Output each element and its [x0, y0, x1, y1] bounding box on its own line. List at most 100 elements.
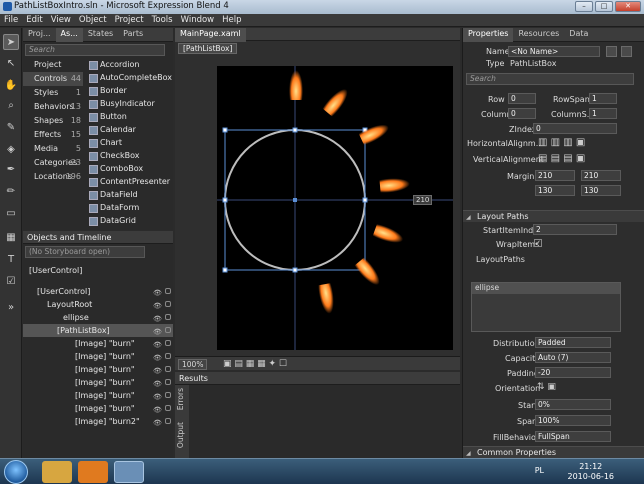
scope-root[interactable]: [UserControl] [23, 264, 173, 277]
maximize-button[interactable]: □ [595, 1, 613, 12]
tab-properties[interactable]: Properties [463, 28, 514, 42]
pencil-tool-icon[interactable]: ✏ [3, 184, 19, 200]
flame-image[interactable] [289, 70, 303, 100]
rectangle-tool-icon[interactable]: ▭ [3, 206, 19, 222]
category-categories[interactable]: Categories 23 [23, 156, 83, 170]
menu-file[interactable]: File [0, 14, 22, 26]
visibility-icon[interactable]: 👁 [153, 365, 162, 375]
layout-paths-section[interactable]: Layout Paths [463, 210, 644, 223]
tree-item-image[interactable]: [Image] "burn" 👁 [23, 389, 173, 402]
lock-icon[interactable] [165, 314, 171, 320]
lock-icon[interactable] [165, 340, 171, 346]
visibility-icon[interactable]: 👁 [153, 378, 162, 388]
lock-icon[interactable] [165, 418, 171, 424]
pen-tool-icon[interactable]: ✒ [3, 162, 19, 178]
lock-icon[interactable] [165, 392, 171, 398]
rowspan-field[interactable]: 1 [589, 93, 617, 104]
list-item[interactable]: Accordion [87, 58, 173, 71]
list-item[interactable]: ellipse [472, 283, 620, 294]
properties-icon[interactable] [621, 46, 632, 57]
lock-icon[interactable] [165, 379, 171, 385]
column-field[interactable]: 0 [508, 108, 536, 119]
tab-data[interactable]: Data [564, 28, 593, 42]
zoom-tool-icon[interactable]: ⌕ [3, 98, 19, 114]
menu-project[interactable]: Project [111, 14, 148, 26]
list-item[interactable]: DataField [87, 188, 173, 201]
margin-right-field[interactable]: 210 [581, 170, 621, 181]
tree-item-image[interactable]: [Image] "burn" 👁 [23, 402, 173, 415]
padding-field[interactable]: -20 [535, 367, 611, 378]
common-properties-section[interactable]: Common Properties [463, 446, 644, 459]
tab-mainpage[interactable]: MainPage.xaml [175, 28, 246, 42]
menu-tools[interactable]: Tools [148, 14, 177, 26]
visibility-icon[interactable]: 👁 [153, 404, 162, 414]
tab-states[interactable]: States [83, 28, 118, 42]
assets-tool-icon[interactable]: » [3, 300, 19, 316]
name-field[interactable]: <No Name> [508, 46, 600, 57]
list-item[interactable]: ContentPresenter [87, 175, 173, 188]
category-media[interactable]: Media 5 [23, 142, 83, 156]
zindex-field[interactable]: 0 [533, 123, 617, 134]
list-item[interactable]: Chart [87, 136, 173, 149]
direct-select-tool-icon[interactable]: ↖ [3, 56, 19, 72]
visibility-icon[interactable]: 👁 [153, 287, 162, 297]
storyboard-picker[interactable]: (No Storyboard open) [25, 246, 145, 258]
tree-item-pathlistbox[interactable]: [PathListBox] 👁 [23, 324, 173, 337]
wrapitems-checkbox[interactable]: ✓ [534, 239, 542, 247]
row-field[interactable]: 0 [508, 93, 536, 104]
visibility-icon[interactable]: 👁 [153, 300, 162, 310]
tree-item-image[interactable]: [Image] "burn" 👁 [23, 376, 173, 389]
category-effects[interactable]: Effects 15 [23, 128, 83, 142]
menu-object[interactable]: Object [75, 14, 111, 26]
columnspan-field[interactable]: 1 [589, 108, 617, 119]
tree-item-ellipse[interactable]: ellipse 👁 [23, 311, 173, 324]
breadcrumb[interactable]: [PathListBox] [178, 43, 238, 54]
margin-left-field[interactable]: 210 [535, 170, 575, 181]
control-tool-icon[interactable]: ☑ [3, 274, 19, 290]
list-item[interactable]: ComboBox [87, 162, 173, 175]
visibility-icon[interactable]: 👁 [153, 339, 162, 349]
tree-item-image[interactable]: [Image] "burn2" 👁 [23, 415, 173, 428]
lock-icon[interactable] [165, 353, 171, 359]
pan-tool-icon[interactable]: ✋ [3, 78, 19, 94]
margin-top-field[interactable]: 130 [535, 185, 575, 196]
margin-bottom-field[interactable]: 130 [581, 185, 621, 196]
lock-icon[interactable] [165, 405, 171, 411]
tree-item-usercontrol[interactable]: [UserControl] 👁 [23, 285, 173, 298]
media-player-taskbar-icon[interactable] [78, 461, 108, 483]
tree-item-image[interactable]: [Image] "burn" 👁 [23, 350, 173, 363]
start-field[interactable]: 0% [535, 399, 611, 410]
visibility-icon[interactable]: 👁 [153, 417, 162, 427]
clock[interactable]: 21:12 2010-06-16 [568, 462, 615, 482]
lock-icon[interactable] [165, 327, 171, 333]
list-item[interactable]: DataForm [87, 201, 173, 214]
menu-view[interactable]: View [47, 14, 75, 26]
list-item[interactable]: AutoCompleteBox [87, 71, 173, 84]
tab-projects[interactable]: Proj... [23, 28, 56, 42]
visibility-icon[interactable]: 👁 [153, 352, 162, 362]
selection-tool-icon[interactable]: ➤ [3, 34, 19, 50]
fillbehavior-select[interactable]: FullSpan [535, 431, 611, 442]
menu-window[interactable]: Window [177, 14, 219, 26]
visibility-icon[interactable]: 👁 [153, 326, 162, 336]
eyedropper-tool-icon[interactable]: ✎ [3, 120, 19, 136]
list-item[interactable]: Border [87, 84, 173, 97]
blend-taskbar-icon[interactable] [114, 461, 144, 483]
visibility-icon[interactable]: 👁 [153, 391, 162, 401]
paint-bucket-tool-icon[interactable]: ◈ [3, 142, 19, 158]
list-item[interactable]: Calendar [87, 123, 173, 136]
category-styles[interactable]: Styles 1 [23, 86, 83, 100]
text-tool-icon[interactable]: T [3, 252, 19, 268]
lock-icon[interactable] [165, 301, 171, 307]
visibility-icon[interactable]: 👁 [153, 313, 162, 323]
capacity-field[interactable]: Auto (7) [535, 352, 611, 363]
category-shapes[interactable]: Shapes 18 [23, 114, 83, 128]
tree-item-image[interactable]: [Image] "burn" 👁 [23, 363, 173, 376]
tree-item-layoutroot[interactable]: LayoutRoot 👁 [23, 298, 173, 311]
distribution-select[interactable]: Padded [535, 337, 611, 348]
tree-item-image[interactable]: [Image] "burn" 👁 [23, 337, 173, 350]
tab-assets[interactable]: As... [55, 28, 83, 42]
properties-search-input[interactable]: Search [466, 73, 634, 85]
start-button[interactable] [4, 460, 28, 484]
events-icon[interactable] [606, 46, 617, 57]
